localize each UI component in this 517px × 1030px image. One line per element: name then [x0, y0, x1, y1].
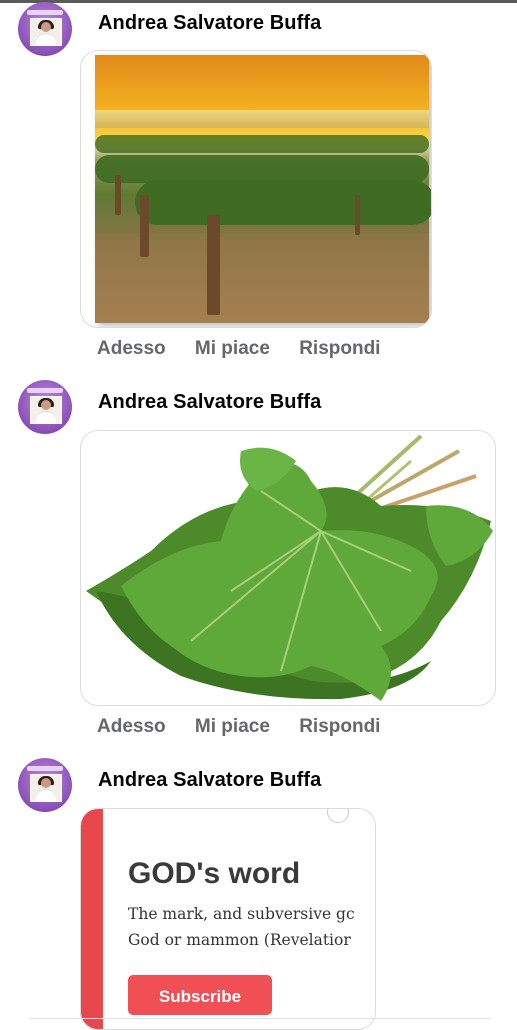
grape-leaves-image [86, 434, 493, 701]
ad-card[interactable]: GOD's word The mark, and subversive gc G… [80, 808, 376, 1030]
comment-actions: Adesso Mi piace Rispondi [97, 716, 404, 738]
avatar[interactable] [18, 2, 72, 56]
divider [30, 1018, 490, 1019]
comment-author[interactable]: Andrea Salvatore Buffa [98, 769, 321, 792]
ad-title: GOD's word [128, 857, 301, 890]
avatar-banner [27, 10, 63, 15]
avatar[interactable] [18, 380, 72, 434]
close-icon[interactable] [327, 809, 349, 823]
ad-accent-bar [81, 809, 103, 1029]
status-strip [0, 0, 517, 3]
timestamp: Adesso [97, 716, 166, 737]
avatar-frame [30, 18, 62, 46]
subscribe-button[interactable]: Subscribe [128, 975, 272, 1015]
like-button[interactable]: Mi piace [195, 338, 270, 359]
reply-button[interactable]: Rispondi [299, 338, 380, 359]
ad-text-line-1: The mark, and subversive gc [128, 905, 355, 923]
comment-actions: Adesso Mi piace Rispondi [97, 338, 404, 360]
comment-author[interactable]: Andrea Salvatore Buffa [98, 391, 321, 414]
reply-button[interactable]: Rispondi [299, 716, 380, 737]
grape-leaves-photo[interactable] [80, 430, 496, 706]
avatar[interactable] [18, 758, 72, 812]
like-button[interactable]: Mi piace [195, 716, 270, 737]
vineyard-photo[interactable] [80, 50, 432, 328]
timestamp: Adesso [97, 338, 166, 359]
ad-text-line-2: God or mammon (Revelatior [128, 931, 351, 949]
comment-author[interactable]: Andrea Salvatore Buffa [98, 12, 321, 35]
